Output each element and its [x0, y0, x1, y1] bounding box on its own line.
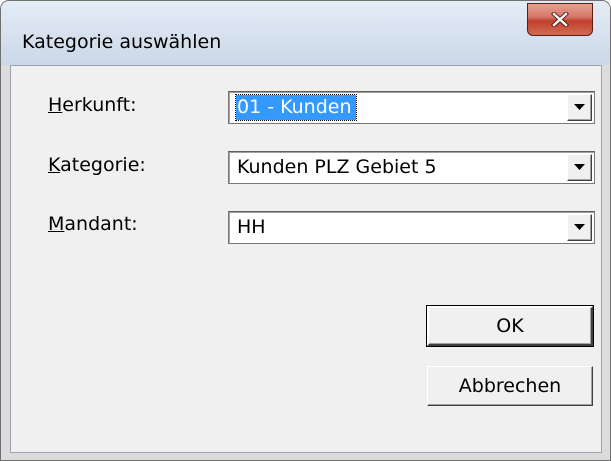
kategorie-value: Kunden PLZ Gebiet 5 — [237, 156, 437, 178]
kategorie-dropdown-button[interactable] — [567, 154, 592, 181]
chevron-down-icon — [574, 164, 585, 170]
dialog-window: Kategorie auswählen Herkunft: 01 - Kunde… — [0, 0, 611, 461]
ok-button[interactable]: OK — [426, 305, 594, 347]
herkunft-dropdown[interactable]: 01 - Kunden — [228, 91, 595, 124]
window-title: Kategorie auswählen — [22, 31, 222, 53]
mandant-dropdown[interactable]: HH — [228, 211, 595, 244]
kategorie-label: Kategorie: — [48, 154, 146, 176]
close-icon — [551, 12, 569, 27]
mandant-value: HH — [237, 216, 266, 238]
cancel-button[interactable]: Abbrechen — [427, 366, 593, 406]
chevron-down-icon — [574, 224, 585, 230]
herkunft-label: Herkunft: — [48, 94, 137, 116]
kategorie-dropdown[interactable]: Kunden PLZ Gebiet 5 — [228, 151, 595, 184]
mandant-label: Mandant: — [48, 213, 138, 235]
chevron-down-icon — [574, 104, 585, 110]
mandant-dropdown-button[interactable] — [567, 214, 592, 241]
close-button[interactable] — [527, 3, 593, 36]
herkunft-value: 01 - Kunden — [235, 94, 357, 121]
herkunft-dropdown-button[interactable] — [567, 94, 592, 121]
title-bar[interactable]: Kategorie auswählen — [1, 1, 610, 65]
dialog-body: Herkunft: 01 - Kunden Kategorie: Kunden … — [10, 65, 602, 453]
